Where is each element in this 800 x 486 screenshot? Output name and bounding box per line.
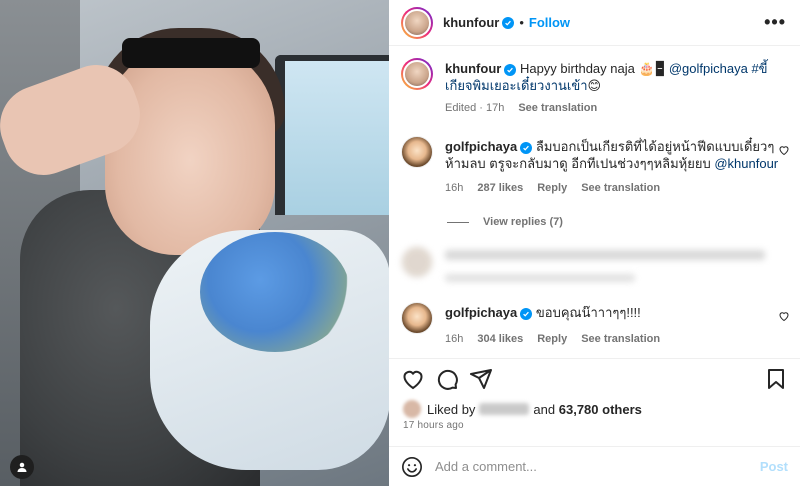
sunglasses [122, 38, 260, 68]
liked-by-prefix: Liked by [427, 401, 476, 417]
comment-item: golfpichaya ลืมบอกเป็นเกียรติที่ได้อยู่ห… [389, 136, 800, 194]
add-comment-bar: Post [389, 446, 800, 486]
verified-badge-icon [520, 142, 533, 154]
comment-text: ขอบคุณน๊าาาๆๆ!!!! [535, 305, 641, 320]
post-comment-button[interactable]: Post [760, 459, 788, 474]
share-plane-icon[interactable] [469, 367, 493, 391]
more-options-icon[interactable]: ••• [764, 12, 786, 33]
emoji-icon[interactable] [401, 456, 423, 478]
reply-button[interactable]: Reply [537, 182, 567, 194]
liked-by-row[interactable]: Liked by and 63,780 others [403, 400, 642, 418]
comment-likes[interactable]: 287 likes [477, 182, 523, 194]
blurred-meta-line [445, 274, 635, 282]
comment-item: golfpichaya ขอบคุณน๊าาาๆๆ!!!! 16h 304 li… [389, 302, 800, 345]
author-avatar[interactable] [401, 6, 433, 39]
blurred-liker-name [479, 403, 530, 415]
caption: khunfour Hapyy birthday naja 🎂🁢 @golfpic… [389, 58, 800, 114]
post-timestamp: 17 hours ago [403, 420, 464, 431]
verified-badge-icon [504, 64, 517, 76]
commenter-avatar[interactable] [401, 302, 433, 334]
blurred-text-line [445, 250, 765, 260]
blue-flowers [200, 232, 350, 352]
post-header: khunfour • Follow ••• [389, 0, 800, 46]
blurred-comment [389, 246, 800, 282]
follow-button[interactable]: Follow [529, 15, 570, 30]
caption-emoji: 😊 [587, 78, 602, 93]
verified-badge-icon [520, 308, 533, 320]
comment-time: 16h [445, 182, 464, 194]
dot-separator: • [519, 15, 524, 30]
post-actions [389, 358, 800, 398]
comment-time: 16h [445, 333, 464, 345]
comment-mention[interactable]: @khunfour [714, 156, 778, 171]
caption-username[interactable]: khunfour [445, 61, 501, 76]
caption-avatar[interactable] [401, 58, 433, 90]
comment-bubble-icon[interactable] [435, 367, 459, 391]
comment-username[interactable]: golfpichaya [445, 305, 517, 320]
liker-avatar [403, 400, 421, 418]
tagged-user-icon[interactable] [10, 455, 34, 479]
like-comment-heart-icon[interactable] [778, 144, 790, 156]
verified-badge-icon [502, 16, 515, 29]
post-photo[interactable] [0, 0, 389, 486]
author-username[interactable]: khunfour [443, 15, 499, 30]
view-replies-label: View replies (7) [483, 216, 563, 228]
comment-likes[interactable]: 304 likes [477, 333, 523, 345]
person-face [105, 45, 275, 255]
post-sidebar: khunfour • Follow ••• khunfour Hapyy bir… [389, 0, 800, 486]
comment-username[interactable]: golfpichaya [445, 139, 517, 154]
comment-see-translation[interactable]: See translation [581, 182, 660, 194]
like-heart-icon[interactable] [401, 367, 425, 391]
caption-edited-time: Edited · 17h [445, 102, 505, 114]
reply-button[interactable]: Reply [537, 333, 567, 345]
like-comment-heart-icon[interactable] [778, 310, 790, 322]
blurred-avatar [401, 246, 433, 278]
liked-by-conjunction: and [533, 401, 556, 417]
car-window [275, 55, 389, 215]
replies-divider [447, 221, 469, 223]
caption-see-translation[interactable]: See translation [518, 102, 597, 114]
view-replies-button[interactable]: View replies (7) [447, 216, 800, 228]
liked-by-others[interactable]: 63,780 others [559, 402, 642, 417]
save-bookmark-icon[interactable] [764, 367, 788, 391]
caption-mention[interactable]: @golfpichaya [669, 61, 748, 76]
commenter-avatar[interactable] [401, 136, 433, 168]
comment-see-translation[interactable]: See translation [581, 333, 660, 345]
caption-text: Hapyy birthday naja 🎂🁢 [519, 61, 669, 76]
comment-input[interactable] [435, 459, 760, 474]
comments-list[interactable]: khunfour Hapyy birthday naja 🎂🁢 @golfpic… [389, 46, 800, 358]
